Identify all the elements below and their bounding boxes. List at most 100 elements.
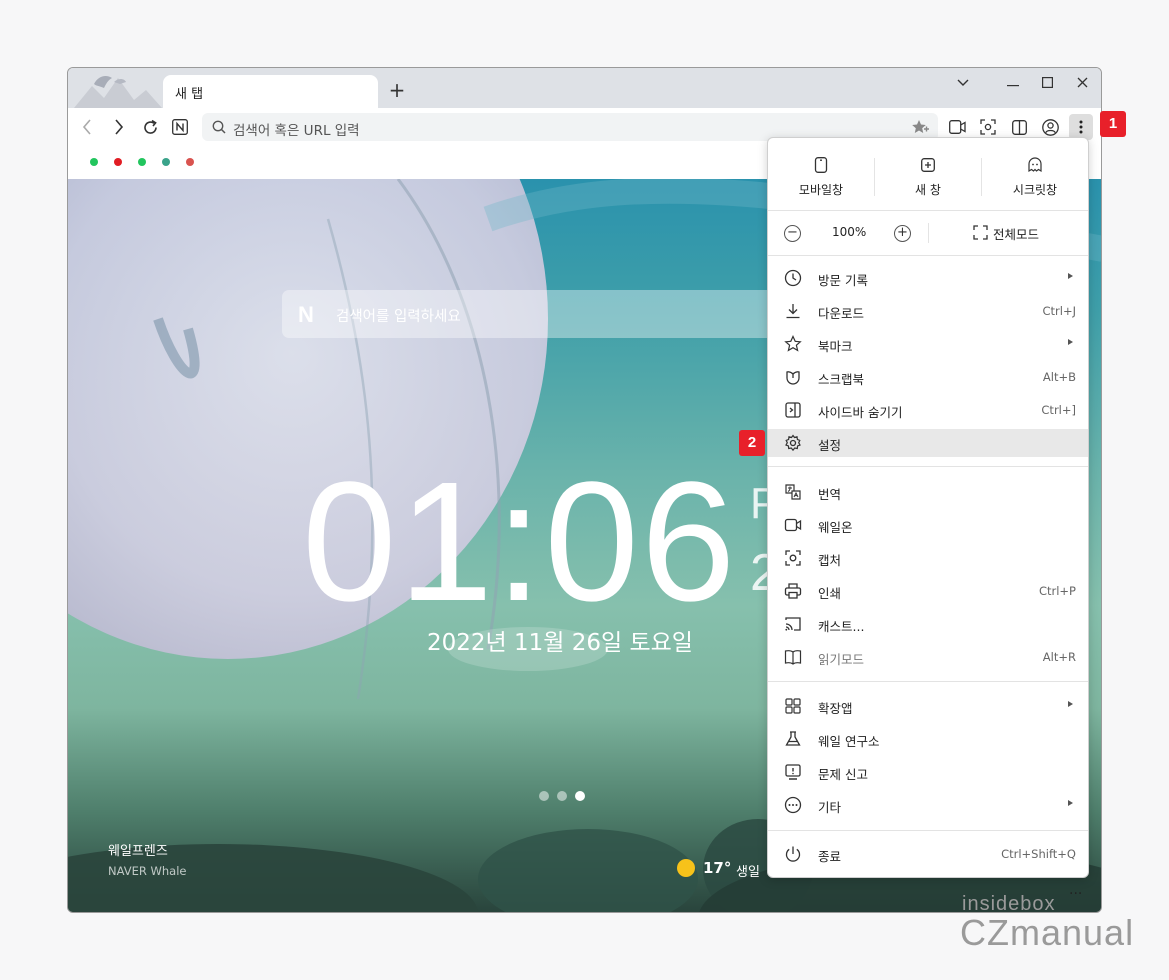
- menu-item-label: 읽기모드: [818, 652, 865, 667]
- scrapbook-icon: [786, 371, 800, 385]
- divider: [768, 681, 1088, 682]
- menu-item-label: 방문 기록: [818, 273, 868, 288]
- secret-window-button[interactable]: 시크릿창: [982, 155, 1088, 200]
- divider: [768, 466, 1088, 467]
- corner-more-icon[interactable]: ...: [1069, 882, 1082, 898]
- mobile-window-icon: [814, 157, 828, 173]
- menu-item-shortcut: Ctrl+Shift+Q: [1001, 847, 1076, 861]
- menu-item-print[interactable]: 인쇄 Ctrl+P: [768, 577, 1088, 605]
- capture-icon[interactable]: [977, 116, 999, 138]
- bookmark-dot[interactable]: [186, 158, 194, 166]
- secret-window-icon: [1028, 157, 1042, 173]
- extensions-icon: [785, 698, 801, 714]
- menu-item-whale-lab[interactable]: 웨일 연구소: [768, 725, 1088, 753]
- menu-item-reading-mode[interactable]: 읽기모드 Alt+R: [768, 643, 1088, 671]
- zoom-row: − 100% + 전체모드: [768, 211, 1088, 255]
- newtab-search-box[interactable]: N 검색어를 입력하세요: [282, 290, 782, 338]
- gear-icon: [785, 434, 801, 452]
- menu-top-actions: 모바일창 새 창 시크릿창: [768, 138, 1088, 210]
- menu-item-history[interactable]: 방문 기록: [768, 264, 1088, 292]
- menu-item-exit[interactable]: 종료 Ctrl+Shift+Q: [768, 840, 1088, 868]
- fullscreen-icon[interactable]: [973, 225, 988, 240]
- zoom-out-button[interactable]: −: [784, 225, 801, 242]
- bookmark-dot[interactable]: [114, 158, 122, 166]
- whale-logo-icon: [74, 76, 162, 108]
- menu-item-settings[interactable]: 설정: [768, 429, 1088, 457]
- bookmark-dot[interactable]: [138, 158, 146, 166]
- pager-dot[interactable]: [557, 791, 567, 801]
- submenu-arrow-icon: [1068, 701, 1073, 707]
- report-icon: [785, 764, 801, 780]
- menu-item-cast[interactable]: 캐스트...: [768, 610, 1088, 638]
- more-circle-icon: [784, 796, 802, 814]
- close-icon[interactable]: [1067, 71, 1097, 95]
- maximize-icon[interactable]: [1032, 71, 1062, 95]
- reload-icon[interactable]: [139, 116, 161, 138]
- zoom-level: 100%: [832, 225, 867, 239]
- pager-dot[interactable]: [539, 791, 549, 801]
- back-icon[interactable]: [76, 116, 98, 138]
- new-window-icon: [921, 158, 935, 172]
- main-menu: 모바일창 새 창 시크릿창 − 100% + 전체모드 방문 기록 다운로드 C…: [767, 137, 1089, 878]
- menu-item-report-issue[interactable]: 문제 신고: [768, 758, 1088, 786]
- tab-new-tab[interactable]: 새 탭: [163, 75, 378, 108]
- minimize-icon[interactable]: [998, 71, 1028, 95]
- clock-time: 01:06: [302, 447, 738, 637]
- menu-item-label: 기타: [818, 800, 842, 815]
- tab-list-dropdown-icon[interactable]: [948, 71, 978, 95]
- submenu-arrow-icon: [1068, 339, 1073, 345]
- naver-home-icon[interactable]: [169, 116, 191, 138]
- naver-logo: N: [298, 302, 314, 327]
- menu-item-label: 캐스트...: [818, 619, 865, 634]
- pager-dot[interactable]: [575, 791, 585, 801]
- profile-icon[interactable]: [1039, 116, 1061, 138]
- weather-temperature[interactable]: 17°: [703, 859, 731, 877]
- menu-item-label: 설정: [818, 438, 842, 453]
- bookmark-star-add-icon[interactable]: [912, 119, 929, 135]
- menu-item-capture[interactable]: 캡처: [768, 544, 1088, 572]
- power-icon: [785, 846, 801, 862]
- forward-icon[interactable]: [108, 116, 130, 138]
- menu-item-whale-on[interactable]: 웨일온: [768, 511, 1088, 539]
- wallpaper-credit-sub: NAVER Whale: [108, 864, 187, 878]
- bookmark-dot[interactable]: [90, 158, 98, 166]
- menu-item-label: 캡처: [818, 553, 842, 568]
- menu-item-more[interactable]: 기타: [768, 791, 1088, 819]
- clock-date: 2022년 11월 26일 토요일: [427, 630, 693, 656]
- tab-title: 새 탭: [175, 87, 204, 102]
- zoom-in-button[interactable]: +: [894, 225, 911, 242]
- bookmark-star-icon: [784, 335, 802, 352]
- video-icon: [784, 518, 802, 532]
- menu-item-label: 웨일온: [818, 520, 853, 535]
- menu-item-extensions[interactable]: 확장앱: [768, 692, 1088, 720]
- fullscreen-label[interactable]: 전체모드: [993, 224, 1039, 243]
- newtab-search-placeholder: 검색어를 입력하세요: [336, 309, 461, 325]
- menu-item-label: 다운로드: [818, 306, 865, 321]
- menu-item-scrapbook[interactable]: 스크랩북 Alt+B: [768, 363, 1088, 391]
- new-window-button[interactable]: 새 창: [875, 155, 981, 200]
- wallpaper-credit-title[interactable]: 웨일프렌즈: [108, 840, 168, 859]
- bookmark-dot[interactable]: [162, 158, 170, 166]
- weather-text[interactable]: 생일: [736, 861, 760, 880]
- menu-item-downloads[interactable]: 다운로드 Ctrl+J: [768, 297, 1088, 325]
- sun-icon: [677, 859, 695, 877]
- whale-on-video-icon[interactable]: [946, 116, 968, 138]
- watermark-czmanual: CZmanual: [960, 912, 1135, 953]
- new-tab-plus-icon[interactable]: +: [386, 80, 408, 102]
- printer-icon: [784, 583, 802, 599]
- cast-icon: [785, 617, 801, 631]
- menu-item-bookmarks[interactable]: 북마크: [768, 330, 1088, 358]
- submenu-arrow-icon: [1068, 273, 1073, 279]
- menu-item-label: 사이드바 숨기기: [818, 405, 903, 420]
- menu-item-label: 스크랩북: [818, 372, 865, 387]
- menu-item-hide-sidebar[interactable]: 사이드바 숨기기 Ctrl+]: [768, 396, 1088, 424]
- split-view-icon[interactable]: [1008, 116, 1030, 138]
- menu-item-translate[interactable]: 번역: [768, 478, 1088, 506]
- mobile-window-button[interactable]: 모바일창: [768, 155, 874, 200]
- mobile-window-label: 모바일창: [798, 183, 844, 197]
- menu-item-label: 확장앱: [818, 701, 853, 716]
- menu-item-shortcut: Ctrl+J: [1042, 304, 1077, 318]
- menu-item-shortcut: Ctrl+]: [1041, 403, 1076, 417]
- menu-item-label: 문제 신고: [818, 767, 868, 782]
- flask-icon: [785, 731, 801, 746]
